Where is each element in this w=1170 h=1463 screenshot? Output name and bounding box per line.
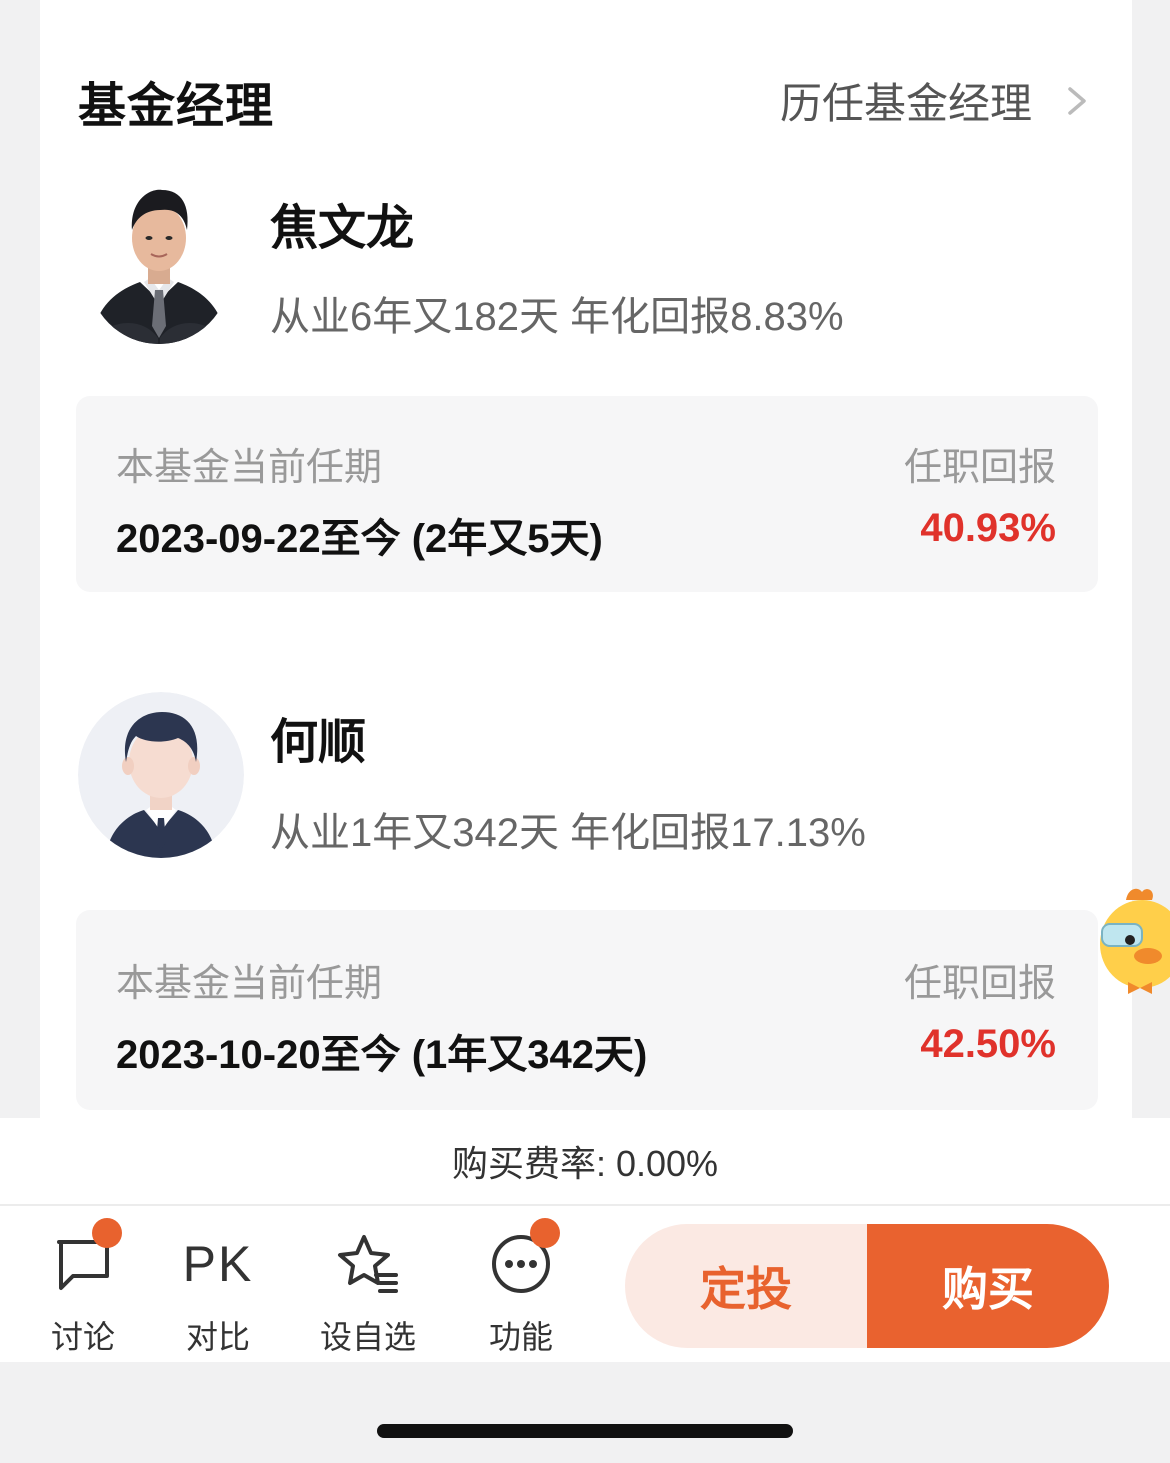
term-label: 本基金当前任期 bbox=[116, 963, 383, 1005]
pk-icon: PK bbox=[182, 1236, 254, 1292]
term-label: 本基金当前任期 bbox=[116, 447, 383, 489]
term-return: 42.50% bbox=[920, 1022, 1056, 1066]
bottom-toolbar: 讨论 PK 对比 设自选 功能 定投 购买 bbox=[0, 1206, 1170, 1362]
notification-dot bbox=[530, 1218, 560, 1248]
return-label: 任职回报 bbox=[903, 447, 1056, 489]
star-list-icon bbox=[338, 1235, 398, 1293]
functions-label: 功能 bbox=[488, 1319, 553, 1355]
term-date: 2023-10-20至今 (1年又342天) bbox=[116, 1033, 648, 1077]
history-managers-label: 历任基金经理 bbox=[780, 80, 1033, 127]
manager-name[interactable]: 焦文龙 bbox=[270, 188, 414, 258]
manager-avatar-placeholder[interactable] bbox=[78, 692, 244, 858]
add-watchlist-button[interactable]: 设自选 bbox=[313, 1224, 423, 1358]
manager-name[interactable]: 何顺 bbox=[270, 702, 366, 772]
sip-button[interactable]: 定投 bbox=[625, 1224, 867, 1348]
manager-stats: 从业6年又182天 年化回报8.83% bbox=[270, 295, 844, 339]
compare-label: 对比 bbox=[185, 1319, 250, 1355]
term-box: 本基金当前任期 任职回报 2023-09-22至今 (2年又5天) 40.93% bbox=[76, 396, 1098, 592]
manager-avatar-photo[interactable] bbox=[88, 178, 230, 344]
purchase-fee-rate: 购买费率: 0.00% bbox=[0, 1118, 1170, 1206]
mascot-chick-icon[interactable] bbox=[1098, 886, 1170, 1003]
term-date: 2023-09-22至今 (2年又5天) bbox=[116, 517, 603, 561]
watchlist-label: 设自选 bbox=[319, 1319, 416, 1355]
notification-dot bbox=[92, 1218, 122, 1248]
section-title: 基金经理 bbox=[78, 80, 275, 133]
return-label: 任职回报 bbox=[903, 963, 1056, 1005]
manager-stats: 从业1年又342天 年化回报17.13% bbox=[270, 811, 866, 855]
home-indicator[interactable] bbox=[377, 1424, 793, 1438]
discuss-label: 讨论 bbox=[50, 1319, 115, 1355]
term-return: 40.93% bbox=[920, 506, 1056, 550]
home-indicator-area bbox=[0, 1362, 1170, 1463]
term-box: 本基金当前任期 任职回报 2023-10-20至今 (1年又342天) 42.5… bbox=[76, 910, 1098, 1110]
chevron-right-icon bbox=[1068, 86, 1086, 115]
buy-button[interactable]: 购买 bbox=[867, 1224, 1109, 1348]
functions-button[interactable]: 功能 bbox=[466, 1218, 576, 1358]
history-managers-link[interactable]: 历任基金经理 bbox=[780, 70, 1094, 131]
compare-button[interactable]: PK 对比 bbox=[163, 1224, 273, 1358]
discuss-button[interactable]: 讨论 bbox=[28, 1218, 138, 1358]
purchase-fee-text: 购买费率: 0.00% bbox=[451, 1143, 719, 1184]
